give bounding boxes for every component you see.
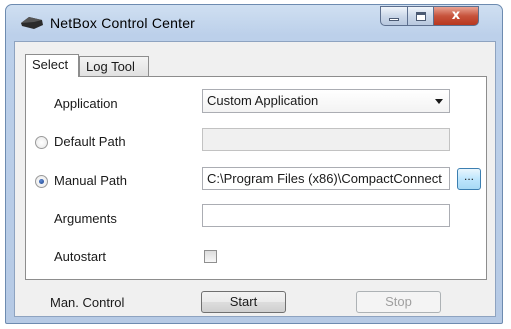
application-dropdown[interactable]: Custom Application [202, 89, 450, 113]
manual-path-label: Manual Path [54, 173, 127, 188]
application-label: Application [54, 96, 118, 111]
autostart-label: Autostart [54, 249, 107, 264]
manual-path-field[interactable]: C:\Program Files (x86)\CompactConnect [202, 167, 450, 190]
tab-select[interactable]: Select [25, 54, 79, 77]
autostart-checkbox[interactable] [204, 250, 217, 263]
start-button[interactable]: Start [201, 291, 286, 313]
default-path-field [202, 128, 450, 151]
arguments-label: Arguments [54, 211, 117, 226]
netbox-app-icon [21, 17, 43, 29]
client-area: Select Log Tool Application Custom Appli… [14, 41, 496, 317]
application-selected-value: Custom Application [207, 93, 319, 108]
minimize-icon [389, 18, 399, 21]
minimize-button[interactable] [380, 6, 407, 26]
window-title: NetBox Control Center [50, 15, 196, 31]
man-control-label: Man. Control [50, 295, 125, 310]
title-bar[interactable]: NetBox Control Center x [6, 5, 502, 39]
manual-path-value: C:\Program Files (x86)\CompactConnect [207, 171, 442, 186]
close-button[interactable]: x [434, 6, 479, 26]
chevron-down-icon [435, 99, 443, 104]
stop-button[interactable]: Stop [356, 291, 441, 313]
close-icon: x [451, 8, 461, 23]
default-path-label: Default Path [54, 134, 126, 149]
app-window: NetBox Control Center x Select Log Tool … [5, 4, 503, 324]
manual-path-radio[interactable] [35, 175, 48, 188]
arguments-field[interactable] [202, 204, 450, 227]
maximize-icon [416, 12, 426, 21]
browse-button[interactable]: ... [457, 168, 481, 190]
caption-buttons: x [380, 6, 479, 28]
maximize-button[interactable] [407, 6, 434, 26]
tab-log-tool[interactable]: Log Tool [79, 56, 149, 77]
select-tab-page: Application Custom Application Default P… [25, 76, 487, 280]
default-path-radio[interactable] [35, 136, 48, 149]
